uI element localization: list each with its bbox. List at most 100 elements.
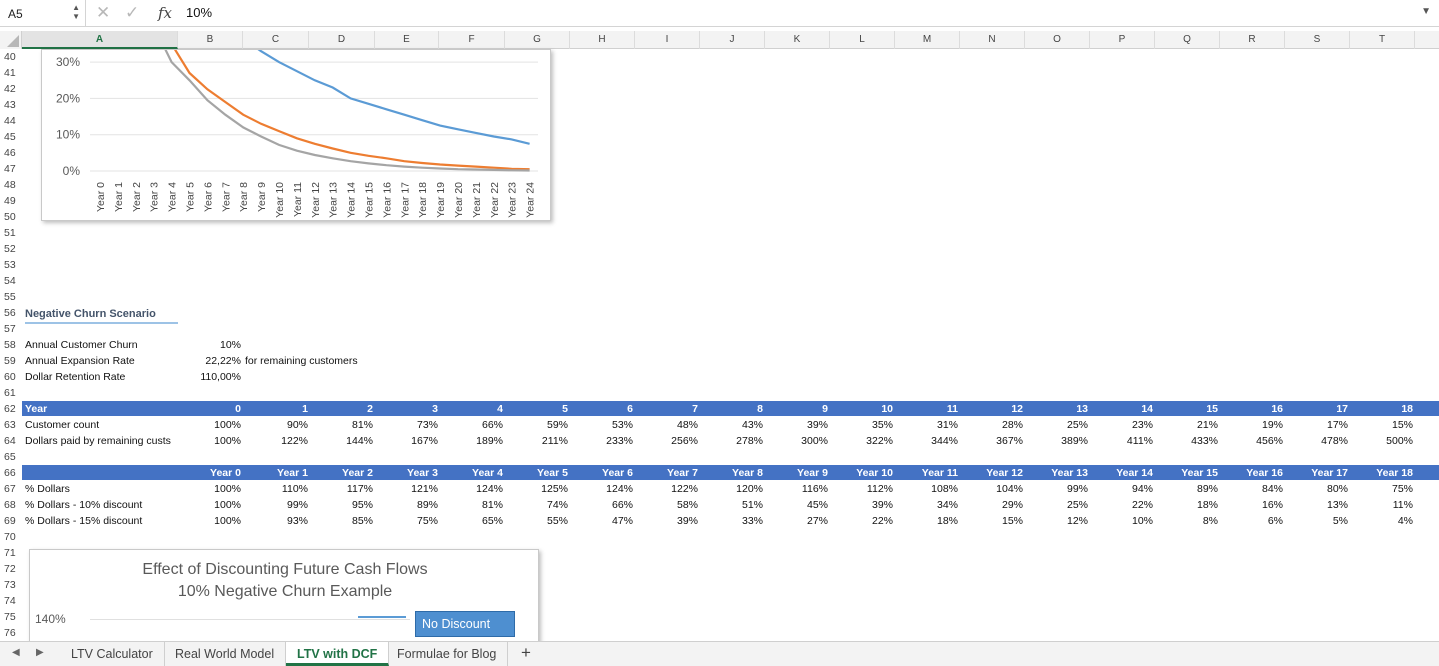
column-header-p[interactable]: P xyxy=(1090,31,1155,49)
table-cell[interactable]: 39% xyxy=(636,513,698,529)
row-header-64[interactable]: 64 xyxy=(0,433,22,449)
row-header-74[interactable]: 74 xyxy=(0,593,22,609)
cancel-icon[interactable]: ✕ xyxy=(96,3,110,23)
table-cell[interactable]: 25% xyxy=(1026,417,1088,433)
table-cell[interactable]: 110% xyxy=(246,481,308,497)
table-cell[interactable]: 74% xyxy=(506,497,568,513)
year-header-cell[interactable]: 14 xyxy=(1091,401,1153,417)
row-header-58[interactable]: 58 xyxy=(0,337,22,353)
row-label[interactable]: Customer count xyxy=(25,417,99,433)
function-icon[interactable]: fx xyxy=(158,4,172,22)
input-note[interactable]: for remaining customers xyxy=(245,353,358,369)
table-cell[interactable]: 22% xyxy=(1091,497,1153,513)
table-cell[interactable]: 13% xyxy=(1286,497,1348,513)
table-cell[interactable]: 17% xyxy=(1286,417,1348,433)
table-cell[interactable]: 75% xyxy=(376,513,438,529)
table-cell[interactable]: 144% xyxy=(311,433,373,449)
table-cell[interactable]: 125% xyxy=(506,481,568,497)
table-cell[interactable]: 344% xyxy=(896,433,958,449)
year-header-cell[interactable]: 7 xyxy=(636,401,698,417)
table-cell[interactable]: 99% xyxy=(1026,481,1088,497)
section-title[interactable]: Negative Churn Scenario xyxy=(25,306,156,322)
year-label-cell[interactable]: Year 2 xyxy=(311,465,373,481)
table-cell[interactable]: 389% xyxy=(1026,433,1088,449)
year-header-cell[interactable]: 8 xyxy=(701,401,763,417)
year-label-cell[interactable]: Year 14 xyxy=(1091,465,1153,481)
year-header-cell[interactable]: 2 xyxy=(311,401,373,417)
input-value[interactable]: 10% xyxy=(178,337,241,353)
year-header-cell[interactable]: 12 xyxy=(961,401,1023,417)
year-header-cell[interactable]: 11 xyxy=(896,401,958,417)
table-cell[interactable]: 100% xyxy=(179,497,241,513)
row-label[interactable]: % Dollars - 15% discount xyxy=(25,513,142,529)
table-cell[interactable]: 73% xyxy=(376,417,438,433)
table-cell[interactable]: 478% xyxy=(1286,433,1348,449)
row-header-62[interactable]: 62 xyxy=(0,401,22,417)
table-cell[interactable]: 5% xyxy=(1286,513,1348,529)
table-cell[interactable]: 116% xyxy=(766,481,828,497)
table-cell[interactable]: 75% xyxy=(1351,481,1413,497)
table-cell[interactable]: 65% xyxy=(441,513,503,529)
year-header-cell[interactable]: 1 xyxy=(246,401,308,417)
table-cell[interactable]: 10% xyxy=(1091,513,1153,529)
table-cell[interactable]: 11% xyxy=(1351,497,1413,513)
table-cell[interactable]: 322% xyxy=(831,433,893,449)
table-cell[interactable]: 21% xyxy=(1156,417,1218,433)
table-cell[interactable]: 189% xyxy=(441,433,503,449)
table-cell[interactable]: 39% xyxy=(766,417,828,433)
year-label-cell[interactable]: Year 0 xyxy=(179,465,241,481)
year-label-cell[interactable]: Year 5 xyxy=(506,465,568,481)
row-header-55[interactable]: 55 xyxy=(0,289,22,305)
table-cell[interactable]: 122% xyxy=(246,433,308,449)
table-cell[interactable]: 122% xyxy=(636,481,698,497)
row-header-75[interactable]: 75 xyxy=(0,609,22,625)
tab-formulae-for-blog[interactable]: Formulae for Blog xyxy=(386,642,509,666)
row-header-69[interactable]: 69 xyxy=(0,513,22,529)
year-header-label[interactable]: Year xyxy=(25,401,47,417)
add-sheet-icon[interactable]: + xyxy=(521,643,531,663)
table-cell[interactable]: 117% xyxy=(311,481,373,497)
row-header-61[interactable]: 61 xyxy=(0,385,22,401)
row-label[interactable]: Dollars paid by remaining custs xyxy=(25,433,171,449)
row-header-54[interactable]: 54 xyxy=(0,273,22,289)
table-cell[interactable]: 233% xyxy=(571,433,633,449)
table-cell[interactable]: 256% xyxy=(636,433,698,449)
year-label-cell[interactable]: Year 9 xyxy=(766,465,828,481)
row-header-46[interactable]: 46 xyxy=(0,145,22,161)
table-cell[interactable]: 47% xyxy=(571,513,633,529)
year-header-cell[interactable]: 9 xyxy=(766,401,828,417)
year-header-cell[interactable]: 17 xyxy=(1286,401,1348,417)
year-label-cell[interactable]: Year 11 xyxy=(896,465,958,481)
row-header-63[interactable]: 63 xyxy=(0,417,22,433)
year-label-cell[interactable]: Year 12 xyxy=(961,465,1023,481)
input-value[interactable]: 22,22% xyxy=(178,353,241,369)
table-cell[interactable]: 51% xyxy=(701,497,763,513)
row-header-48[interactable]: 48 xyxy=(0,177,22,193)
table-cell[interactable]: 367% xyxy=(961,433,1023,449)
table-cell[interactable]: 43% xyxy=(701,417,763,433)
row-header-67[interactable]: 67 xyxy=(0,481,22,497)
year-label-cell[interactable]: Year 18 xyxy=(1351,465,1413,481)
select-all-button[interactable] xyxy=(0,31,22,49)
year-label-cell[interactable]: Year 8 xyxy=(701,465,763,481)
year-header-cell[interactable]: 18 xyxy=(1351,401,1413,417)
year-label-cell[interactable]: Year 15 xyxy=(1156,465,1218,481)
table-cell[interactable]: 12% xyxy=(1026,513,1088,529)
input-label[interactable]: Annual Customer Churn xyxy=(25,337,138,353)
table-cell[interactable]: 33% xyxy=(701,513,763,529)
row-header-72[interactable]: 72 xyxy=(0,561,22,577)
column-header-m[interactable]: M xyxy=(895,31,960,49)
table-cell[interactable]: 4% xyxy=(1351,513,1413,529)
row-header-40[interactable]: 40 xyxy=(0,49,22,65)
year-label-cell[interactable]: Year 10 xyxy=(831,465,893,481)
tab-scroll-right-icon[interactable]: ▶ xyxy=(36,647,44,658)
table-cell[interactable]: 53% xyxy=(571,417,633,433)
table-cell[interactable]: 22% xyxy=(831,513,893,529)
table-cell[interactable]: 66% xyxy=(441,417,503,433)
year-header-cell[interactable]: 5 xyxy=(506,401,568,417)
discounting-chart[interactable]: Effect of Discounting Future Cash Flows … xyxy=(29,549,539,644)
table-cell[interactable]: 167% xyxy=(376,433,438,449)
table-cell[interactable]: 300% xyxy=(766,433,828,449)
column-header-t[interactable]: T xyxy=(1350,31,1415,49)
formula-input[interactable]: 10% xyxy=(186,5,212,20)
